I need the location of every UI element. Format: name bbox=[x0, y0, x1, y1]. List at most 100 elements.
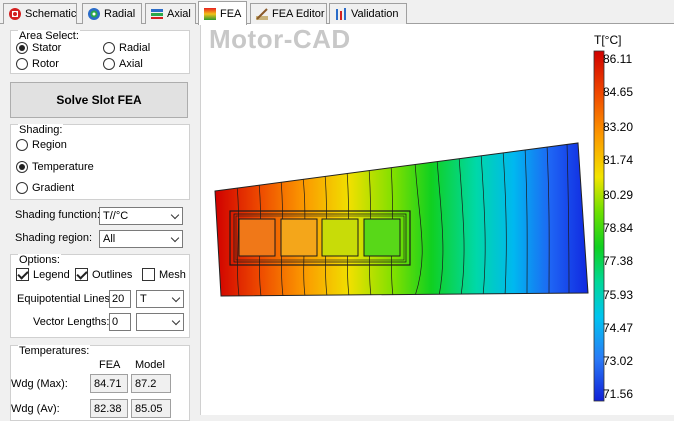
tab-label: FEA Editor bbox=[272, 8, 325, 20]
tab-strip: Schematic Radial Axial FEA FEA Editor Va… bbox=[0, 0, 674, 25]
radio-button[interactable] bbox=[16, 42, 28, 54]
radio-label: Rotor bbox=[32, 58, 59, 70]
radio-rotor[interactable]: Rotor bbox=[16, 58, 59, 70]
checkbox[interactable] bbox=[16, 268, 29, 281]
options-title: Options: bbox=[18, 254, 61, 266]
validation-icon bbox=[334, 7, 348, 21]
area-select-group: Area Select: Stator Radial Rotor Axial bbox=[10, 30, 190, 74]
tab-fea-editor[interactable]: FEA Editor bbox=[250, 3, 327, 24]
tab-fea[interactable]: FEA bbox=[198, 1, 247, 25]
legend-tick: 73.02 bbox=[603, 354, 634, 368]
legend-tick: 81.74 bbox=[603, 153, 634, 167]
tab-label: Axial bbox=[167, 8, 191, 20]
tab-radial[interactable]: Radial bbox=[82, 3, 142, 24]
radio-radial[interactable]: Radial bbox=[103, 42, 150, 54]
radio-button[interactable] bbox=[103, 42, 115, 54]
equipotential-lines-label: Equipotential Lines: bbox=[17, 293, 114, 305]
conductor-1 bbox=[238, 218, 276, 257]
conductor-3 bbox=[321, 218, 359, 257]
chevron-down-icon bbox=[171, 316, 181, 326]
checkbox-label: Mesh bbox=[159, 268, 186, 281]
axial-icon bbox=[150, 7, 164, 21]
shading-title: Shading: bbox=[18, 124, 64, 136]
temperatures-title: Temperatures: bbox=[18, 345, 91, 357]
shading-group: Shading: Region Temperature Gradient bbox=[10, 124, 190, 200]
value-text: 84.71 bbox=[94, 377, 122, 390]
radio-label: Stator bbox=[32, 42, 62, 54]
radio-button[interactable] bbox=[103, 58, 115, 70]
radio-stator[interactable]: Stator bbox=[16, 42, 61, 54]
equipotential-type-value: T bbox=[140, 293, 147, 305]
schematic-icon bbox=[8, 7, 22, 21]
legend-tick: 77.38 bbox=[603, 254, 634, 268]
wdg-max-fea-value: 84.71 bbox=[90, 374, 128, 393]
legend-tick: 71.56 bbox=[603, 387, 634, 401]
legend-title: T[°C] bbox=[594, 33, 622, 47]
radio-label: Region bbox=[32, 139, 67, 151]
chevron-down-icon bbox=[171, 293, 181, 303]
legend-tick: 78.84 bbox=[603, 221, 634, 235]
temperatures-group: Temperatures: FEA Model Wdg (Max): 84.71… bbox=[10, 345, 190, 421]
equipotential-lines-value: 20 bbox=[112, 293, 125, 305]
radio-button[interactable] bbox=[16, 182, 28, 194]
legend-tick: 86.11 bbox=[603, 52, 633, 66]
wdg-av-model-value: 85.05 bbox=[131, 399, 171, 418]
fea-column-header: FEA bbox=[99, 359, 121, 371]
vector-type-select[interactable] bbox=[136, 313, 184, 331]
tab-label: Validation bbox=[351, 8, 399, 20]
equipotential-type-select[interactable]: T bbox=[136, 290, 184, 308]
tab-axial[interactable]: Axial bbox=[145, 3, 196, 24]
fea-editor-icon bbox=[255, 7, 269, 21]
tab-label: Radial bbox=[104, 8, 136, 20]
tab-validation[interactable]: Validation bbox=[329, 3, 407, 24]
checkbox-label: Legend bbox=[33, 268, 70, 281]
model-column-header: Model bbox=[135, 359, 165, 371]
radio-label: Radial bbox=[119, 42, 151, 54]
checkbox[interactable] bbox=[75, 268, 88, 281]
radial-icon bbox=[87, 7, 101, 21]
shading-function-select[interactable]: T//°C bbox=[99, 207, 183, 225]
legend-tick: 83.20 bbox=[603, 120, 634, 134]
radio-button[interactable] bbox=[16, 161, 28, 173]
legend-tick: 80.29 bbox=[603, 188, 634, 202]
value-text: 82.38 bbox=[94, 402, 122, 415]
shading-function-label: Shading function: bbox=[15, 209, 101, 221]
legend-checkbox[interactable]: Legend bbox=[16, 268, 70, 281]
value-text: 85.05 bbox=[135, 402, 163, 415]
shading-function-value: T//°C bbox=[103, 210, 129, 222]
legend-tick: 74.47 bbox=[603, 321, 634, 335]
shading-region-value: All bbox=[103, 233, 116, 245]
conductor-4 bbox=[363, 218, 401, 257]
vector-lengths-label: Vector Lengths: bbox=[33, 316, 110, 328]
checkbox[interactable] bbox=[142, 268, 155, 281]
tab-label: Schematic bbox=[25, 8, 77, 20]
tab-schematic[interactable]: Schematic bbox=[3, 3, 77, 24]
radio-temperature[interactable]: Temperature bbox=[16, 161, 94, 173]
fea-view[interactable]: Motor-CAD T[°C] 86.11 84.65 83.20 81.74 … bbox=[200, 24, 674, 415]
radio-gradient[interactable]: Gradient bbox=[16, 182, 74, 194]
radio-label: Axial bbox=[119, 58, 143, 70]
options-group: Options: Legend Outlines Mesh Equipotent… bbox=[10, 254, 190, 338]
mesh-checkbox[interactable]: Mesh bbox=[142, 268, 186, 281]
legend-tick: 75.93 bbox=[603, 288, 634, 302]
wdg-max-model-value: 87.2 bbox=[131, 374, 171, 393]
radio-axial[interactable]: Axial bbox=[103, 58, 143, 70]
radio-region[interactable]: Region bbox=[16, 139, 67, 151]
radio-label: Temperature bbox=[32, 161, 94, 173]
checkbox-label: Outlines bbox=[92, 268, 133, 281]
chevron-down-icon bbox=[170, 210, 180, 220]
value-text: 87.2 bbox=[135, 377, 157, 390]
radio-button[interactable] bbox=[16, 58, 28, 70]
solve-slot-fea-button[interactable]: Solve Slot FEA bbox=[10, 82, 188, 118]
shading-region-select[interactable]: All bbox=[99, 230, 183, 248]
equipotential-lines-input[interactable]: 20 bbox=[109, 290, 131, 308]
radio-button[interactable] bbox=[16, 139, 28, 151]
tab-label: FEA bbox=[220, 7, 242, 20]
outlines-checkbox[interactable]: Outlines bbox=[75, 268, 132, 281]
area-select-title: Area Select: bbox=[18, 30, 80, 42]
vector-lengths-input[interactable]: 0 bbox=[109, 313, 131, 331]
wdg-av-fea-value: 82.38 bbox=[90, 399, 128, 418]
conductor-2 bbox=[280, 218, 318, 257]
chevron-down-icon bbox=[170, 233, 180, 243]
radio-label: Gradient bbox=[32, 182, 75, 194]
